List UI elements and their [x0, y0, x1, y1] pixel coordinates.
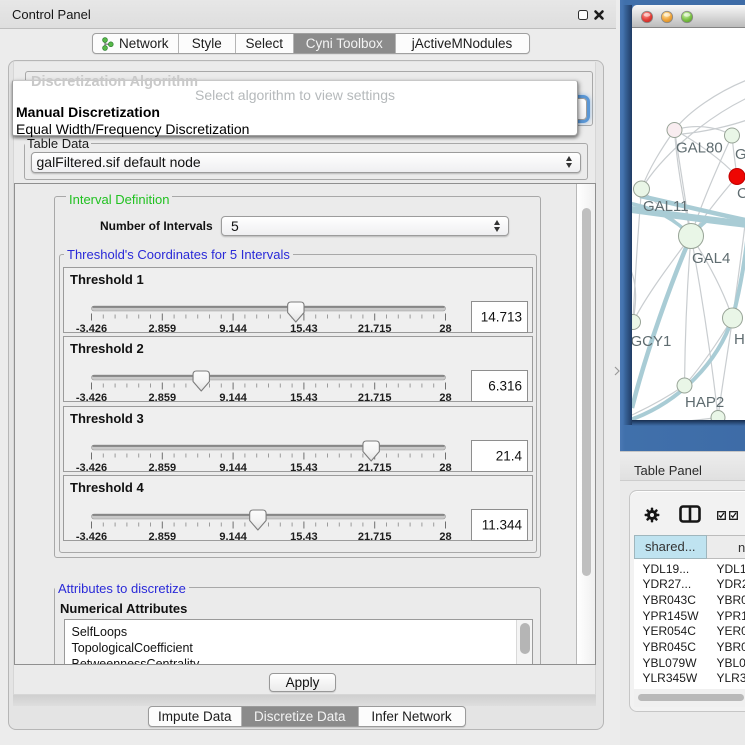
svg-text:GA: GA	[735, 146, 745, 163]
svg-text:-3.426: -3.426	[76, 392, 107, 403]
svg-text:GCY1: GCY1	[632, 333, 671, 350]
svg-text:9.144: 9.144	[219, 531, 247, 542]
svg-text:15.43: 15.43	[290, 323, 318, 334]
svg-text:28: 28	[439, 462, 451, 473]
svg-text:HAP2: HAP2	[685, 394, 724, 411]
svg-text:15.43: 15.43	[290, 392, 318, 403]
svg-text:-3.426: -3.426	[76, 323, 107, 334]
svg-text:GAL4: GAL4	[692, 250, 730, 267]
svg-text:9.144: 9.144	[219, 323, 247, 334]
svg-text:2.859: 2.859	[149, 531, 177, 542]
svg-text:28: 28	[439, 392, 451, 403]
svg-text:21.715: 21.715	[358, 392, 392, 403]
svg-text:2.859: 2.859	[149, 462, 177, 473]
svg-text:15.43: 15.43	[290, 531, 318, 542]
svg-text:2.859: 2.859	[149, 323, 177, 334]
svg-text:H: H	[734, 331, 745, 348]
svg-text:-3.426: -3.426	[76, 531, 107, 542]
svg-text:21.715: 21.715	[358, 462, 392, 473]
svg-text:GAL11: GAL11	[643, 198, 689, 215]
svg-text:15.43: 15.43	[290, 462, 318, 473]
svg-text:21.715: 21.715	[358, 531, 392, 542]
svg-text:9.144: 9.144	[219, 392, 247, 403]
svg-text:-3.426: -3.426	[76, 462, 107, 473]
svg-text:28: 28	[439, 323, 451, 334]
svg-text:GAL80: GAL80	[676, 140, 723, 157]
svg-text:2.859: 2.859	[149, 392, 177, 403]
svg-text:C: C	[737, 185, 745, 202]
svg-text:28: 28	[439, 531, 451, 542]
svg-text:9.144: 9.144	[219, 462, 247, 473]
svg-text:21.715: 21.715	[358, 323, 392, 334]
